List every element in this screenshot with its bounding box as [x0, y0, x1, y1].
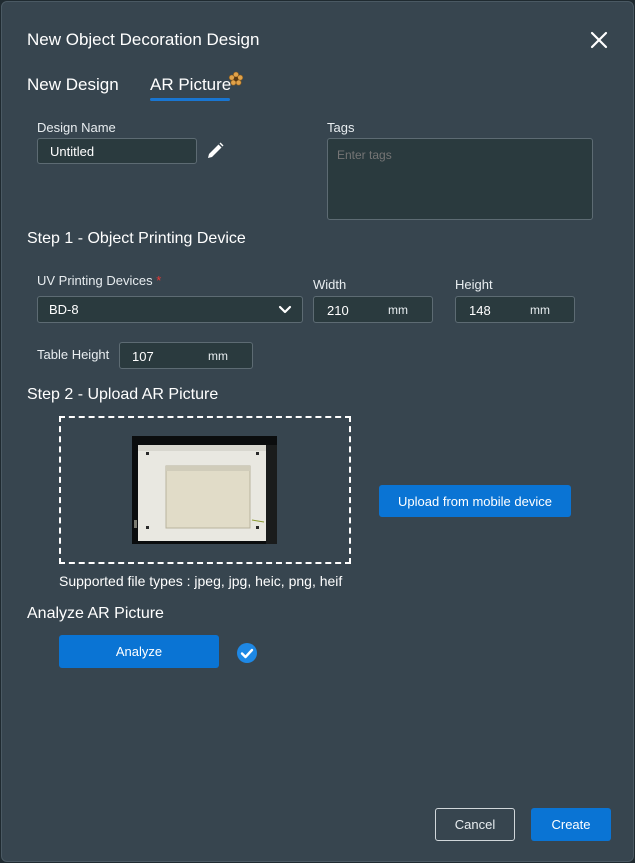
width-input[interactable]: 210 mm — [313, 296, 433, 323]
table-height-unit: mm — [208, 349, 228, 363]
height-unit: mm — [530, 303, 550, 317]
check-circle-icon — [236, 642, 258, 664]
analyze-button[interactable]: Analyze — [59, 635, 219, 668]
chevron-down-icon — [278, 305, 292, 315]
width-label: Width — [313, 277, 347, 292]
device-label-text: UV Printing Devices — [37, 273, 153, 288]
design-name-label: Design Name — [37, 120, 116, 135]
ar-picture-preview — [132, 436, 277, 544]
table-height-input[interactable]: 107 mm — [119, 342, 253, 369]
analyze-title: Analyze AR Picture — [27, 605, 164, 622]
device-label: UV Printing Devices * — [37, 273, 161, 288]
table-height-label: Table Height — [37, 347, 110, 362]
height-value: 148 — [469, 303, 491, 318]
step2-title: Step 2 - Upload AR Picture — [27, 386, 219, 403]
upload-from-mobile-button[interactable]: Upload from mobile device — [379, 485, 571, 517]
cancel-button[interactable]: Cancel — [435, 808, 515, 841]
tags-label: Tags — [327, 120, 355, 135]
tab-ar-picture[interactable]: AR Picture — [150, 75, 231, 95]
dialog-title: New Object Decoration Design — [27, 30, 260, 49]
new-design-dialog: New Object Decoration Design New Design … — [1, 1, 634, 862]
tags-input[interactable] — [327, 138, 593, 220]
width-value: 210 — [327, 303, 349, 318]
active-tab-indicator — [150, 98, 230, 101]
pencil-icon[interactable] — [205, 141, 225, 161]
create-button[interactable]: Create — [531, 808, 611, 841]
height-input[interactable]: 148 mm — [455, 296, 575, 323]
supported-file-types: Supported file types : jpeg, jpg, heic, … — [59, 573, 343, 589]
close-icon[interactable] — [588, 29, 610, 51]
height-label: Height — [455, 277, 493, 292]
design-name-input[interactable] — [37, 138, 197, 164]
step1-title: Step 1 - Object Printing Device — [27, 230, 246, 247]
required-mark: * — [156, 273, 162, 288]
flower-badge-icon — [228, 71, 244, 87]
tab-new-design[interactable]: New Design — [27, 75, 119, 95]
table-height-value: 107 — [132, 349, 154, 364]
device-select[interactable]: BD-8 — [37, 296, 303, 323]
width-unit: mm — [388, 303, 408, 317]
device-select-value: BD-8 — [49, 302, 79, 317]
